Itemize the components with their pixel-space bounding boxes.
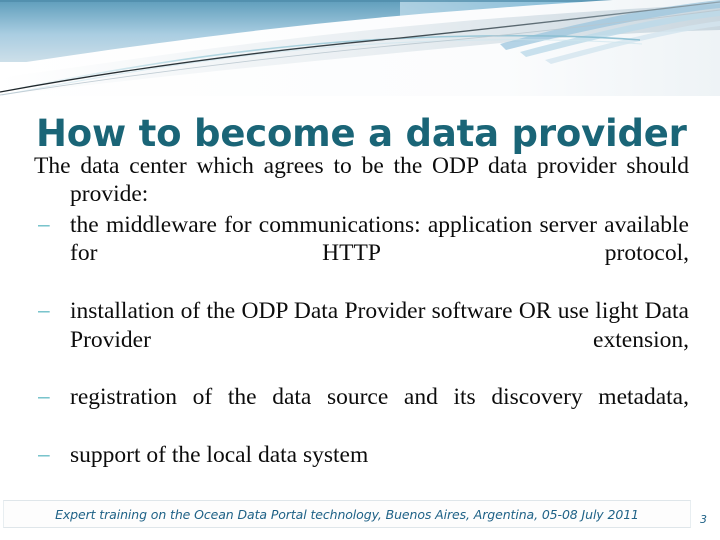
dash-bullet-icon: – (38, 299, 50, 323)
footer-text: Expert training on the Ocean Data Portal… (55, 506, 639, 522)
list-item-label: installation of the ODP Data Provider so… (70, 298, 689, 353)
list-item-label: support of the local data system (70, 442, 369, 469)
requirements-list: – the middleware for communications: app… (34, 211, 689, 470)
dash-bullet-icon: – (38, 212, 50, 236)
list-item-label: the middleware for communications: appli… (70, 211, 689, 267)
slide-header-decoration (0, 0, 720, 96)
list-item: – registration of the data source and it… (34, 383, 689, 440)
dash-bullet-icon: – (38, 385, 50, 409)
slide-footer: Expert training on the Ocean Data Portal… (3, 500, 691, 528)
intro-paragraph-text: The data center which agrees to be the O… (34, 153, 689, 208)
slide-body: The data center which agrees to be the O… (34, 152, 689, 471)
slide-title: How to become a data provider (36, 111, 687, 155)
page-number: 3 (700, 513, 707, 526)
list-item: – the middleware for communications: app… (34, 211, 689, 296)
list-item: – installation of the ODP Data Provider … (34, 297, 689, 382)
presentation-slide: How to become a data provider The data c… (0, 0, 720, 540)
dash-bullet-icon: – (38, 443, 50, 467)
list-item: – support of the local data system (34, 441, 689, 469)
intro-paragraph: The data center which agrees to be the O… (34, 152, 689, 209)
list-item-label: registration of the data source and its … (70, 384, 689, 411)
